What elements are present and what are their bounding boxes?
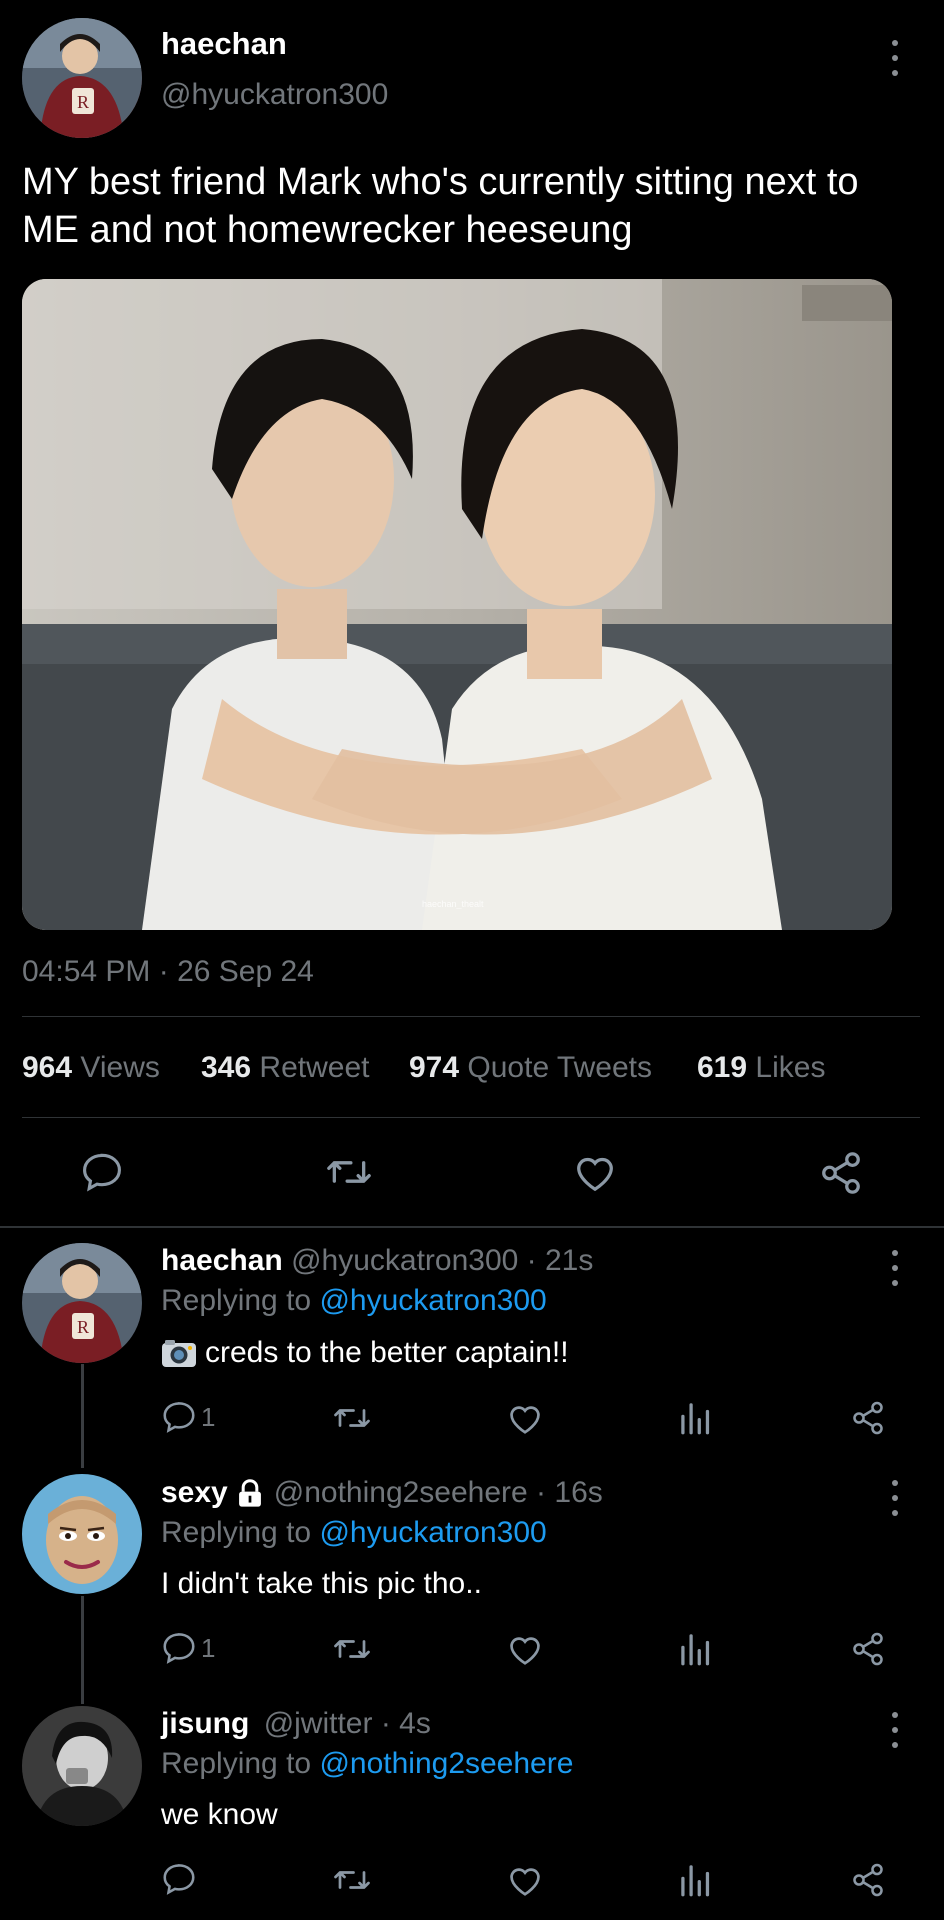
- retweet-icon: [327, 1161, 371, 1183]
- photo-two-people-icon: haechan_thealt: [22, 279, 892, 930]
- replying-to-line: Replying to @nothing2seehere: [161, 1747, 574, 1780]
- views-stat[interactable]: 964 Views: [22, 1051, 160, 1084]
- retweet-icon: [334, 1871, 370, 1889]
- share-icon: [853, 1401, 883, 1435]
- reply-analytics-button[interactable]: [679, 1631, 713, 1667]
- analytics-bars-icon: [681, 1634, 710, 1666]
- reply-count: 1: [201, 1401, 216, 1432]
- reply-display-name[interactable]: haechan: [161, 1244, 283, 1277]
- tweet-more-button[interactable]: [891, 40, 899, 76]
- reply-handle-time[interactable]: @hyuckatron300 · 21s: [291, 1244, 593, 1277]
- share-icon: [853, 1863, 883, 1897]
- reply-like-button[interactable]: [506, 1400, 544, 1436]
- reply-button[interactable]: [80, 1150, 124, 1194]
- svg-text:R: R: [77, 1317, 89, 1337]
- replying-to-line: Replying to @hyuckatron300: [161, 1284, 547, 1317]
- photo-watermark: haechan_thealt: [422, 899, 484, 909]
- retweet-icon: [334, 1640, 370, 1658]
- reply-count: 1: [201, 1632, 216, 1663]
- reply-retweet-button[interactable]: [332, 1400, 372, 1436]
- share-icon: [822, 1152, 860, 1194]
- reply-handle-time[interactable]: @nothing2seehere · 16s: [274, 1476, 603, 1510]
- reply-avatar[interactable]: R: [22, 1243, 142, 1363]
- reply-retweet-button[interactable]: [332, 1631, 372, 1667]
- tweet-text-line-1: MY best friend Mark who's currently sitt…: [22, 161, 859, 203]
- thread-line: [81, 1364, 84, 1468]
- replying-to-link[interactable]: @nothing2seehere: [319, 1747, 573, 1780]
- tweet-photo[interactable]: haechan_thealt: [22, 279, 892, 930]
- reply-more-button[interactable]: [891, 1712, 899, 1748]
- reply-reply-button[interactable]: 1: [161, 1399, 215, 1435]
- heart-icon: [577, 1157, 613, 1192]
- analytics-bars-icon: [681, 1865, 710, 1897]
- reply-more-button[interactable]: [891, 1480, 899, 1516]
- retweet-button[interactable]: [325, 1150, 373, 1194]
- reply-share-button[interactable]: [850, 1631, 886, 1667]
- camera-emoji-icon: [162, 1340, 196, 1367]
- reply-reply-button[interactable]: [161, 1861, 197, 1897]
- avatar-roblox-face-icon: [22, 1474, 142, 1594]
- tweet-text-line-2: ME and not homewrecker heeseung: [22, 209, 633, 251]
- reply-display-name[interactable]: jisung: [161, 1707, 249, 1740]
- reply-bubble-icon: [163, 1633, 195, 1664]
- quote-tweets-stat[interactable]: 974 Quote Tweets: [409, 1051, 652, 1084]
- tweet-text: MY best friend Mark who's currently sitt…: [22, 158, 932, 254]
- reply-header: sexy @nothing2seehere · 16s: [161, 1476, 603, 1510]
- reply-handle-time[interactable]: @jwitter · 4s: [264, 1707, 431, 1740]
- avatar-portrait-icon: R: [22, 18, 142, 138]
- reply-text: I didn't take this pic tho..: [161, 1567, 482, 1600]
- stats-row: 964 Views: [22, 1051, 160, 1085]
- section-divider: [0, 1226, 944, 1228]
- divider: [22, 1016, 920, 1017]
- divider: [22, 1117, 920, 1118]
- reply-share-button[interactable]: [850, 1400, 886, 1436]
- reply-reply-button[interactable]: 1: [161, 1630, 215, 1666]
- reply-text: creds to the better captain!!: [161, 1336, 569, 1370]
- author-handle[interactable]: @hyuckatron300: [161, 78, 388, 112]
- reply-retweet-button[interactable]: [332, 1862, 372, 1898]
- analytics-bars-icon: [681, 1403, 710, 1435]
- svg-text:R: R: [77, 92, 89, 112]
- share-icon: [853, 1632, 883, 1666]
- reply-analytics-button[interactable]: [679, 1862, 713, 1898]
- heart-icon: [510, 1637, 540, 1665]
- reply-bubble-icon: [163, 1864, 195, 1895]
- reply-bubble-icon: [163, 1402, 195, 1433]
- lock-icon: [238, 1479, 261, 1507]
- avatar-portrait-icon: [22, 1706, 142, 1826]
- tweet-timestamp[interactable]: 04:54 PM · 26 Sep 24: [22, 955, 314, 989]
- replying-to-line: Replying to @hyuckatron300: [161, 1516, 547, 1549]
- heart-icon: [510, 1406, 540, 1434]
- reply-header: haechan @hyuckatron300 · 21s: [161, 1244, 593, 1278]
- like-button[interactable]: [572, 1150, 618, 1194]
- replying-to-link[interactable]: @hyuckatron300: [319, 1516, 546, 1549]
- reply-share-button[interactable]: [850, 1862, 886, 1898]
- reply-more-button[interactable]: [891, 1250, 899, 1286]
- reply-like-button[interactable]: [506, 1631, 544, 1667]
- reply-display-name[interactable]: sexy: [161, 1476, 228, 1510]
- retweet-icon: [334, 1409, 370, 1427]
- thread-line: [81, 1596, 84, 1704]
- reply-bubble-icon: [83, 1153, 121, 1192]
- heart-icon: [510, 1868, 540, 1896]
- avatar-portrait-icon: R: [22, 1243, 142, 1363]
- reply-analytics-button[interactable]: [679, 1400, 713, 1436]
- replying-to-link[interactable]: @hyuckatron300: [319, 1284, 546, 1317]
- reply-like-button[interactable]: [506, 1862, 544, 1898]
- share-button[interactable]: [818, 1150, 864, 1196]
- author-display-name[interactable]: haechan: [161, 26, 287, 62]
- reply-avatar[interactable]: [22, 1706, 142, 1826]
- reply-avatar[interactable]: [22, 1474, 142, 1594]
- retweet-stat[interactable]: 346 Retweet: [201, 1051, 369, 1084]
- author-avatar[interactable]: R: [22, 18, 142, 138]
- reply-header: jisung @jwitter · 4s: [161, 1707, 431, 1741]
- likes-stat[interactable]: 619 Likes: [697, 1051, 825, 1084]
- reply-text: we know: [161, 1798, 278, 1831]
